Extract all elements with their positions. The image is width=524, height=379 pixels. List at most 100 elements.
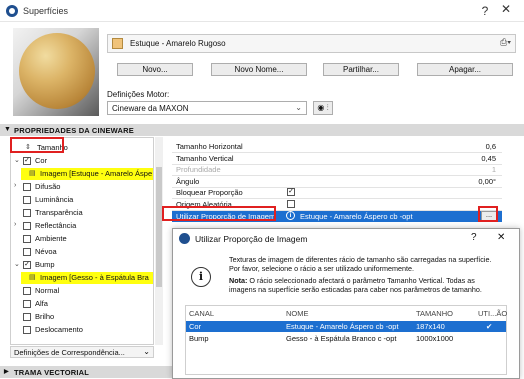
dialog-title-bar: Utilizar Proporção de Imagem ? ✕ <box>173 229 519 249</box>
chevron-down-icon[interactable]: ⌄ <box>14 156 20 164</box>
channel-checkbox[interactable] <box>23 222 31 230</box>
channel-checkbox[interactable] <box>23 313 31 321</box>
new-button[interactable]: Novo... <box>117 63 193 76</box>
chevron-right-icon[interactable]: › <box>14 182 16 189</box>
property-checkbox[interactable] <box>287 199 295 208</box>
tree-item[interactable]: ▤ Imagem [Gesso - à Espátula Bra <box>21 272 153 284</box>
channel-checkbox[interactable]: ✓ <box>23 157 31 165</box>
col-header: UTI...ÃO <box>478 309 508 318</box>
tree-item-label: Reflectância <box>35 221 77 230</box>
tree-item-label: Ambiente <box>35 234 67 243</box>
table-header: CANAL NOME TAMANHO UTI...ÃO <box>186 308 508 319</box>
scrollbar-thumb[interactable] <box>156 167 162 287</box>
dialog-message: Texturas de imagem de diferentes rácio d… <box>229 255 492 273</box>
window-title: Superfícies <box>23 6 69 16</box>
mapping-settings-label: Definições de Correspondência... <box>14 348 125 357</box>
note-text: O rácio seleccionado afectará o parâmetr… <box>229 276 482 294</box>
channel-cell: Bump <box>189 334 209 343</box>
tree-item[interactable]: Ambiente <box>11 233 153 245</box>
name-cell: Gesso - à Espátula Branco c -opt <box>286 334 397 343</box>
share-button[interactable]: Partilhar... <box>323 63 399 76</box>
help-icon[interactable]: ? <box>471 232 477 243</box>
channel-cell: Cor <box>189 322 202 331</box>
tree-item[interactable]: Brilho <box>11 311 153 323</box>
tree-item[interactable]: Normal <box>11 285 153 297</box>
engine-select[interactable]: Cineware da MAXON ⌄ <box>107 101 307 115</box>
channel-checkbox[interactable] <box>23 235 31 243</box>
tree-item-label: Normal <box>35 286 60 295</box>
engine-value: Cineware da MAXON <box>112 104 189 113</box>
close-icon[interactable]: ✕ <box>497 232 505 243</box>
aspect-ratio-dialog: Utilizar Proporção de Imagem ? ✕ i Textu… <box>172 228 520 379</box>
cineware-section-header[interactable]: ▼ PROPRIEDADES DA CINEWARE <box>0 124 524 136</box>
property-label: Tamanho Horizontal <box>176 142 243 151</box>
vector-section-header[interactable]: ▶ TRAMA VECTORIAL <box>0 366 172 378</box>
annotation-box <box>162 206 276 221</box>
channel-checkbox[interactable] <box>23 248 31 256</box>
tree-item[interactable]: Alfa <box>11 298 153 310</box>
property-value: 0,00° <box>478 176 496 186</box>
delete-button[interactable]: Apagar... <box>417 63 513 76</box>
tree-item[interactable]: ⌄ ✓ Bump <box>11 259 153 271</box>
tree-item[interactable]: Luminância <box>11 194 153 206</box>
tree-item-label: Difusão <box>35 182 61 191</box>
channel-checkbox[interactable]: ✓ <box>23 261 31 269</box>
property-value: Estuque - Amarelo Áspero cb -opt <box>300 212 413 221</box>
property-row[interactable]: Tamanho Vertical 0,45 <box>172 153 502 164</box>
chevron-right-icon[interactable]: › <box>14 221 16 228</box>
collapse-icon: ▼ <box>4 126 12 133</box>
property-value: 0,45 <box>481 153 496 163</box>
help-icon[interactable]: ? <box>478 4 492 18</box>
engine-settings-button[interactable]: ◉ ⫶ <box>313 101 333 115</box>
col-header: CANAL <box>189 309 215 318</box>
channel-checkbox[interactable] <box>23 183 31 191</box>
channel-tree: ⇕ Tamanho ⌄ ✓ Cor ▤ Imagem [Estuque - Amarelo … <box>10 137 154 345</box>
material-name: Estuque - Amarelo Rugoso <box>130 39 226 48</box>
channel-checkbox[interactable] <box>23 326 31 334</box>
tree-scrollbar[interactable] <box>155 137 163 345</box>
dialog-note: Nota: O rácio seleccionado afectará o pa… <box>229 276 499 294</box>
material-selector[interactable]: Estuque - Amarelo Rugoso ⎙▾ <box>107 34 516 53</box>
channel-checkbox[interactable] <box>23 209 31 217</box>
chevron-down-icon[interactable]: ⌄ <box>14 260 20 268</box>
new-name-button[interactable]: Novo Nome... <box>211 63 307 76</box>
property-value: 0,6 <box>485 142 496 151</box>
tree-item[interactable]: ⌄ ✓ Cor <box>11 155 153 167</box>
image-icon: ▤ <box>29 170 36 177</box>
tree-item[interactable]: ▤ Imagem [Estuque - Amarelo Áspe <box>21 168 153 180</box>
tree-item-label: Bump <box>35 260 55 269</box>
table-row[interactable]: Bump Gesso - à Espátula Branco c -opt 10… <box>186 333 506 344</box>
property-row[interactable]: Ângulo 0,00° <box>172 176 502 187</box>
channel-checkbox[interactable] <box>23 300 31 308</box>
tree-item[interactable]: Deslocamento <box>11 324 153 336</box>
mapping-settings-dropdown[interactable]: Definições de Correspondência... ⌄ <box>10 346 154 358</box>
annotation-box <box>478 206 498 222</box>
property-row[interactable]: Bloquear Proporção ✓ <box>172 187 502 198</box>
property-checkbox[interactable]: ✓ <box>287 188 295 196</box>
tree-item[interactable]: › Reflectância <box>11 220 153 232</box>
table-row[interactable]: Cor Estuque - Amarelo Áspero cb -opt 187… <box>186 321 506 332</box>
close-icon[interactable]: ✕ <box>499 2 513 16</box>
preview-sphere <box>19 33 95 109</box>
property-row[interactable]: Profundidade 1 <box>172 164 502 175</box>
info-icon: i <box>191 267 211 287</box>
tree-item[interactable]: Névoa <box>11 246 153 258</box>
app-icon <box>6 5 18 17</box>
channel-checkbox[interactable] <box>23 287 31 295</box>
tree-item-label: Cor <box>35 156 48 165</box>
tree-item-label: Transparência <box>35 208 83 217</box>
tree-item[interactable]: Transparência <box>11 207 153 219</box>
channel-checkbox[interactable] <box>23 196 31 204</box>
tree-item-label: Imagem [Gesso - à Espátula Bra <box>40 273 149 282</box>
chevron-down-icon: ⌄ <box>295 103 302 112</box>
engine-label: Definições Motor: <box>107 90 170 99</box>
property-row[interactable]: Tamanho Horizontal 0,6 <box>172 141 502 152</box>
property-label: Tamanho Vertical <box>176 153 234 163</box>
tree-item-label: Luminância <box>35 195 74 204</box>
material-menu-icon[interactable]: ⎙▾ <box>500 37 511 48</box>
property-value: 1 <box>491 165 496 174</box>
app-icon <box>179 233 190 244</box>
expand-icon: ▶ <box>4 369 9 375</box>
property-label: Profundidade <box>176 165 221 174</box>
tree-item[interactable]: › Difusão <box>11 181 153 193</box>
